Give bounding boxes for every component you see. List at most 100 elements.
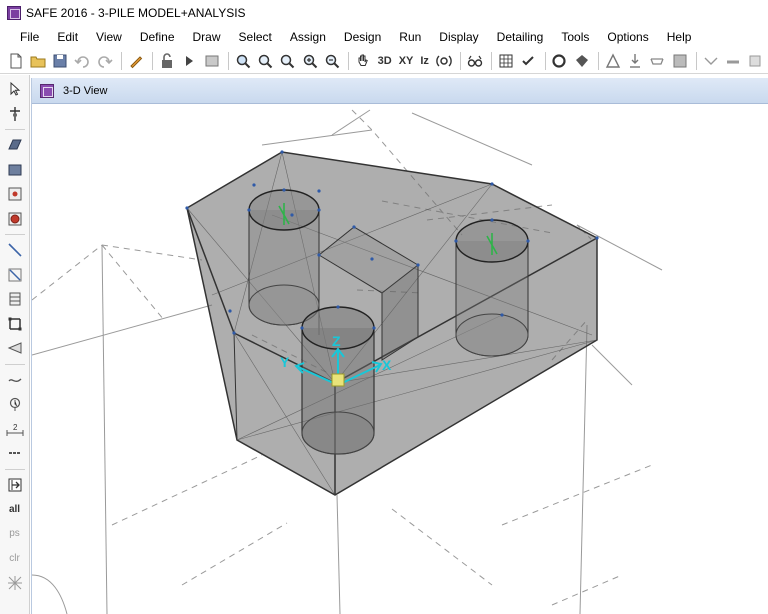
run-design-button[interactable]	[202, 51, 221, 71]
previous-zoom-button[interactable]	[278, 51, 297, 71]
strip-icon	[8, 268, 21, 281]
assign-button[interactable]	[496, 51, 515, 71]
pan-hand-icon	[358, 54, 368, 66]
rotate-z-button[interactable]: Iz	[418, 51, 431, 71]
slab-forces-icon	[650, 57, 665, 65]
menu-edit[interactable]: Edit	[48, 26, 87, 48]
pile-cap[interactable]	[186, 151, 598, 496]
draw-dimension-line-button[interactable]: 2	[4, 418, 26, 440]
glasses-icon	[467, 55, 482, 67]
save-button[interactable]	[51, 51, 70, 71]
open-button[interactable]	[28, 51, 47, 71]
menu-run[interactable]: Run	[390, 26, 430, 48]
pile-left[interactable]	[248, 189, 320, 326]
lock-model-button[interactable]	[157, 51, 176, 71]
ring-button[interactable]	[550, 51, 569, 71]
more-tools-button[interactable]	[746, 51, 765, 71]
perspective-button[interactable]	[434, 51, 453, 71]
axis-label-y: Y	[280, 354, 290, 370]
menu-bar: File Edit View Define Draw Select Assign…	[0, 26, 768, 48]
main-toolbar: 3D XY Iz	[0, 48, 768, 74]
draw-tendon-button[interactable]	[4, 337, 26, 359]
show-forces-button[interactable]	[603, 51, 622, 71]
draw-reference-line-button[interactable]	[4, 442, 26, 464]
view-3d-button[interactable]: 3D	[376, 51, 394, 71]
menu-display[interactable]: Display	[430, 26, 487, 48]
menu-select[interactable]: Select	[230, 26, 281, 48]
draw-slab-button[interactable]	[4, 134, 26, 156]
draw-slab-rebar-button[interactable]	[4, 369, 26, 391]
toolbar-separator	[598, 51, 600, 70]
menu-define[interactable]: Define	[131, 26, 184, 48]
pile-right[interactable]	[455, 219, 529, 357]
set-display-options-button[interactable]	[465, 51, 484, 71]
point-support-icon	[8, 187, 21, 201]
menu-file[interactable]: File	[0, 26, 48, 48]
view-xy-button[interactable]: XY	[397, 51, 416, 71]
object-shrink-button[interactable]	[126, 51, 145, 71]
zoom-in-button[interactable]	[300, 51, 319, 71]
pan-button[interactable]	[353, 51, 372, 71]
draw-beam-button[interactable]	[4, 239, 26, 261]
menu-draw[interactable]: Draw	[184, 26, 230, 48]
select-all-button[interactable]: all	[4, 498, 26, 520]
draw-wall-button[interactable]	[4, 288, 26, 310]
undo-button[interactable]	[73, 51, 92, 71]
draw-rectangular-slab-button[interactable]	[4, 159, 26, 181]
left-toolbar: 2 all ps clr	[0, 75, 30, 614]
toolbar-separator	[228, 51, 230, 70]
play-icon	[186, 55, 194, 66]
deformed-shape-button[interactable]	[572, 51, 591, 71]
ring-icon	[552, 53, 567, 68]
check-button[interactable]	[519, 51, 538, 71]
select-by-intersecting-line-button[interactable]	[4, 474, 26, 496]
reshape-button[interactable]	[4, 103, 26, 125]
clear-selection-button[interactable]: clr	[4, 547, 26, 569]
draw-circular-column-button[interactable]	[4, 208, 26, 230]
model-canvas[interactable]: Z Y X	[32, 105, 768, 614]
show-tendon-button[interactable]	[724, 51, 743, 71]
view-window-title-bar[interactable]: 3-D View	[32, 78, 768, 104]
undo-icon	[74, 55, 90, 68]
draw-dimension-button[interactable]	[4, 393, 26, 415]
menu-options[interactable]: Options	[598, 26, 657, 48]
draw-point-button[interactable]	[4, 183, 26, 205]
pencil-icon	[130, 55, 143, 68]
show-selection-only-button[interactable]	[4, 572, 26, 594]
run-analysis-button[interactable]	[180, 51, 199, 71]
toolbar-separator	[544, 51, 546, 70]
beam-forces-icon	[704, 57, 718, 65]
dimension-line-icon: 2	[6, 423, 23, 436]
menu-tools[interactable]: Tools	[552, 26, 598, 48]
show-reactions-button[interactable]	[626, 51, 645, 71]
save-icon	[53, 54, 67, 67]
show-beam-forces-button[interactable]	[701, 51, 720, 71]
reference-line-icon	[8, 452, 21, 454]
zoom-window-icon	[236, 54, 250, 68]
draw-design-strip-button[interactable]	[4, 313, 26, 335]
menu-view[interactable]: View	[87, 26, 131, 48]
zoom-in-icon	[303, 54, 317, 68]
zoom-out-icon	[325, 54, 339, 68]
more-tools-icon	[749, 55, 761, 66]
grid-icon	[499, 54, 513, 67]
menu-help[interactable]: Help	[658, 26, 701, 48]
menu-design[interactable]: Design	[335, 26, 390, 48]
window-title: SAFE 2016 - 3-PILE MODEL+ANALYSIS	[26, 6, 246, 20]
show-strip-forces-button[interactable]	[670, 51, 689, 71]
show-slab-forces-button[interactable]	[648, 51, 667, 71]
new-model-button[interactable]	[6, 51, 25, 71]
toolbar-separator	[121, 51, 123, 70]
redo-button[interactable]	[95, 51, 114, 71]
previous-selection-button[interactable]: ps	[4, 523, 26, 545]
toolbar-separator	[4, 363, 25, 365]
draw-strip-button[interactable]	[4, 264, 26, 286]
safe-application-window: SAFE 2016 - 3-PILE MODEL+ANALYSIS File E…	[0, 0, 768, 614]
menu-assign[interactable]: Assign	[281, 26, 335, 48]
zoom-out-button[interactable]	[322, 51, 341, 71]
tendon-draw-icon	[7, 342, 21, 354]
restore-full-view-button[interactable]	[255, 51, 274, 71]
menu-detailing[interactable]: Detailing	[488, 26, 553, 48]
zoom-window-button[interactable]	[233, 51, 252, 71]
pointer-button[interactable]	[4, 78, 26, 100]
